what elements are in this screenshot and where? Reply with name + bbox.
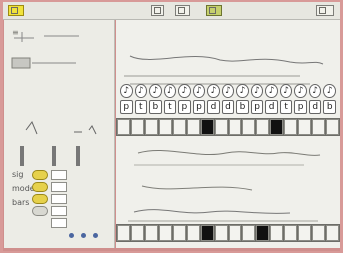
symbol-icon[interactable]: t — [279, 100, 293, 114]
pattern-cell[interactable] — [326, 119, 339, 135]
pattern-cell[interactable] — [228, 119, 242, 135]
pattern-cell[interactable] — [298, 225, 312, 241]
panel-button[interactable] — [316, 5, 334, 16]
symbol-icon[interactable]: d — [265, 100, 278, 114]
toggle-3[interactable] — [32, 194, 48, 204]
dot-button-3[interactable] — [93, 233, 98, 238]
toggle-1[interactable] — [32, 170, 48, 180]
sidebar-label-bars: bars — [12, 198, 30, 207]
pattern-cell[interactable] — [172, 225, 186, 241]
note-icon[interactable]: ♪ — [192, 84, 206, 98]
pattern-cell[interactable] — [144, 119, 158, 135]
pattern-cell[interactable] — [228, 225, 242, 241]
pattern-cell[interactable] — [144, 225, 158, 241]
sidebar: ≡ sig mode bars — [4, 20, 115, 248]
symbol-icon[interactable]: p — [250, 100, 264, 114]
note-icon[interactable]: ♪ — [207, 84, 220, 98]
highlight-button[interactable] — [206, 5, 222, 16]
pattern-cell[interactable] — [158, 119, 172, 135]
input-4[interactable] — [51, 206, 67, 216]
symbol-icon[interactable]: d — [221, 100, 235, 114]
note-icon[interactable]: ♪ — [323, 84, 336, 98]
symbol-icon[interactable]: p — [294, 100, 307, 114]
input-5[interactable] — [51, 218, 67, 228]
pattern-cell[interactable] — [117, 119, 130, 135]
pattern-cell[interactable] — [130, 119, 144, 135]
note-icon[interactable]: ♪ — [279, 84, 293, 98]
note-icon[interactable]: ♪ — [221, 84, 235, 98]
menu-button[interactable] — [8, 5, 24, 16]
toggle-4[interactable] — [32, 206, 48, 216]
dot-button-2[interactable] — [81, 233, 86, 238]
pattern-cell[interactable] — [242, 119, 256, 135]
input-3[interactable] — [51, 194, 67, 204]
pattern-cell[interactable] — [186, 119, 200, 135]
pattern-cell[interactable] — [214, 225, 228, 241]
pattern-cell[interactable] — [284, 225, 298, 241]
note-icon[interactable]: ♪ — [250, 84, 264, 98]
panel-icon — [319, 7, 326, 14]
pattern-cell[interactable] — [312, 225, 326, 241]
note-icon[interactable]: ♪ — [149, 84, 162, 98]
pattern-cell-selected[interactable] — [200, 225, 214, 241]
note-icon[interactable]: ♪ — [134, 84, 148, 98]
toggle-2[interactable] — [32, 182, 48, 192]
page-icon — [178, 7, 185, 14]
highlight-icon — [209, 7, 216, 14]
window-icon — [154, 7, 161, 14]
note-icon[interactable]: ♪ — [178, 84, 191, 98]
pattern-row-1 — [116, 118, 340, 136]
pattern-cell-selected[interactable] — [270, 119, 284, 135]
dot-button-1[interactable] — [69, 233, 74, 238]
note-icon[interactable]: ♪ — [265, 84, 278, 98]
note-icon[interactable]: ♪ — [294, 84, 307, 98]
page-button[interactable] — [175, 5, 190, 16]
note-icon[interactable]: ♪ — [163, 84, 177, 98]
symbol-icon[interactable]: t — [163, 100, 177, 114]
symbol-icon[interactable]: p — [120, 100, 133, 114]
input-1[interactable] — [51, 170, 67, 180]
glyph-row-1: ♪ ♪ ♪ ♪ ♪ ♪ ♪ ♪ ♪ ♪ ♪ ♪ ♪ ♪ ♪ — [120, 84, 336, 98]
symbol-icon[interactable]: t — [134, 100, 148, 114]
pattern-cell[interactable] — [242, 225, 256, 241]
pattern-cell[interactable] — [214, 119, 228, 135]
symbol-icon[interactable]: p — [178, 100, 191, 114]
pattern-cell[interactable] — [326, 225, 339, 241]
pattern-cell[interactable] — [117, 225, 130, 241]
note-icon[interactable]: ♪ — [308, 84, 322, 98]
pattern-cell-selected[interactable] — [256, 225, 270, 241]
symbol-icon[interactable]: b — [149, 100, 162, 114]
input-2[interactable] — [51, 182, 67, 192]
main-panel: ♪ ♪ ♪ ♪ ♪ ♪ ♪ ♪ ♪ ♪ ♪ ♪ ♪ ♪ ♪ p t b t p … — [116, 20, 340, 248]
glyph-row-2: p t b t p p d d b p d t p d b — [120, 100, 336, 114]
pattern-cell[interactable] — [130, 225, 144, 241]
pattern-cell[interactable] — [256, 119, 270, 135]
symbol-icon[interactable]: p — [192, 100, 206, 114]
sidebar-label-sig: sig — [12, 170, 24, 179]
note-icon[interactable]: ♪ — [120, 84, 133, 98]
note-icon[interactable]: ♪ — [236, 84, 249, 98]
pattern-cell-selected[interactable] — [200, 119, 214, 135]
pattern-cell[interactable] — [186, 225, 200, 241]
pattern-cell[interactable] — [172, 119, 186, 135]
symbol-icon[interactable]: b — [323, 100, 336, 114]
pattern-cell[interactable] — [284, 119, 298, 135]
pattern-cell[interactable] — [298, 119, 312, 135]
symbol-icon[interactable]: b — [236, 100, 249, 114]
symbol-icon[interactable]: d — [207, 100, 220, 114]
menu-icon — [11, 7, 18, 14]
pattern-cell[interactable] — [312, 119, 326, 135]
pattern-cell[interactable] — [158, 225, 172, 241]
window-button[interactable] — [151, 5, 164, 16]
toolbar — [3, 2, 340, 20]
pattern-cell[interactable] — [270, 225, 284, 241]
symbol-icon[interactable]: d — [308, 100, 322, 114]
pattern-row-2 — [116, 224, 340, 242]
